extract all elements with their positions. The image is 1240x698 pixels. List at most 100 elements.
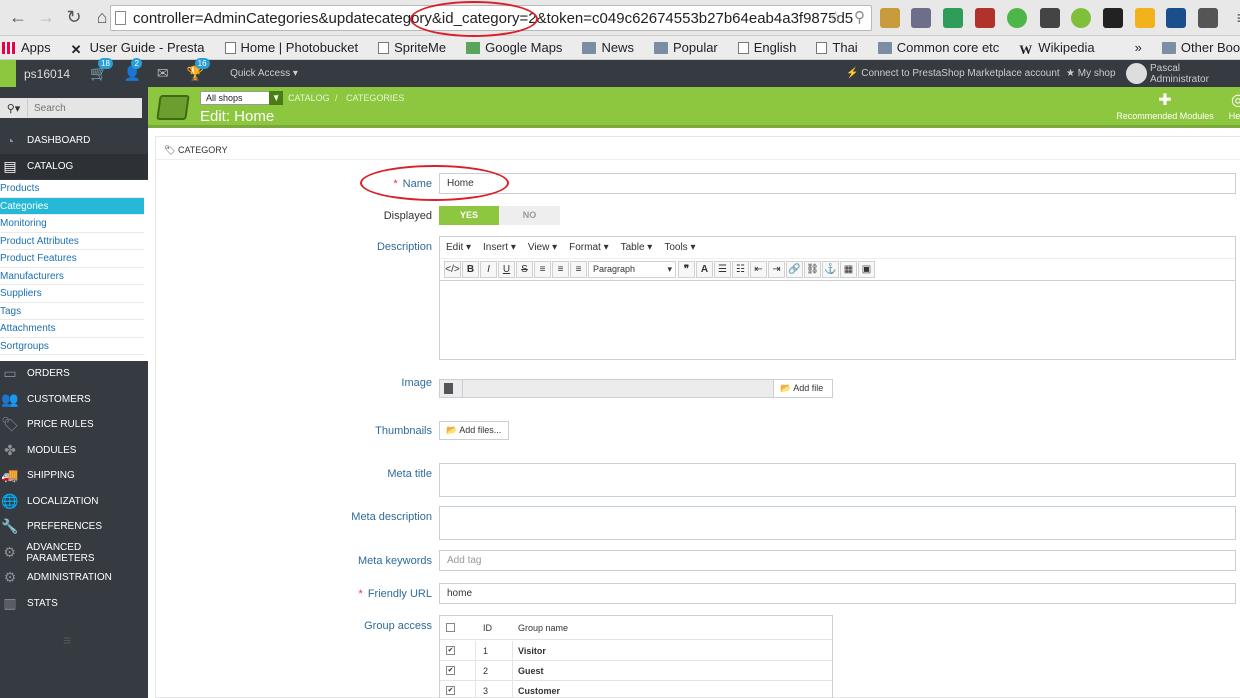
bookmarks-overflow[interactable]: » [1135,40,1142,55]
orders-icon[interactable]: 🛒 18 [90,58,113,82]
extension-icon[interactable] [1007,8,1027,28]
back-icon[interactable]: ← [4,4,32,32]
bookmark-other[interactable]: Other Bookmarks [1161,40,1240,55]
extension-icon[interactable] [1071,8,1091,28]
menu-catalog[interactable]: ▤ CATALOG [0,154,148,179]
extension-icon[interactable] [1166,8,1186,28]
bookmark-thai[interactable]: Thai [816,40,858,55]
outdent-icon[interactable]: ⇤ [750,261,767,278]
search-input[interactable] [28,98,142,118]
paragraph-format-select[interactable]: Paragraph ▾ [588,261,676,278]
extension-icon[interactable] [1198,8,1218,28]
extension-icon[interactable] [911,8,931,28]
editor-content-area[interactable] [440,281,1235,359]
shop-name[interactable]: ps16014 [24,67,70,81]
search-dropdown-icon[interactable]: ⚲▾ [0,98,28,118]
menu-modules[interactable]: ✤ MODULES [0,438,148,463]
submenu-manufacturers[interactable]: Manufacturers [0,268,144,285]
align-right-icon[interactable]: ≡ [570,261,587,278]
group-checkbox[interactable]: ✔ [446,686,455,695]
submenu-product-attributes[interactable]: Product Attributes [0,233,144,250]
submenu-tags[interactable]: Tags [0,303,144,320]
menu-shipping[interactable]: 🚚 SHIPPING [0,463,148,488]
breadcrumb-categories[interactable]: CATEGORIES [346,93,404,103]
meta-keywords-input[interactable]: Add tag [439,550,1236,571]
group-checkbox[interactable]: ✔ [446,646,455,655]
editor-menu-table[interactable]: Table ▾ [621,242,653,253]
menu-preferences[interactable]: 🔧 PREFERENCES [0,514,148,539]
prestashop-logo-icon[interactable] [0,60,16,87]
extension-icon[interactable] [1135,8,1155,28]
bookmark-popular[interactable]: Popular [653,40,718,55]
forward-icon[interactable]: → [32,4,60,32]
breadcrumb-catalog[interactable]: CATALOG [288,93,330,103]
marketplace-link[interactable]: ⚡ Connect to PrestaShop Marketplace acco… [846,68,1060,79]
italic-icon[interactable]: I [480,261,497,278]
menu-customers[interactable]: 👥 CUSTOMERS [0,387,148,412]
bookmark-wikipedia[interactable]: W Wikipedia [1019,40,1094,57]
quick-access-menu[interactable]: Quick Access ▾ [230,68,298,79]
bookmark-common-core[interactable]: Common core etc [877,40,999,55]
search-icon[interactable]: ⚲ [854,8,865,26]
editor-menu-insert[interactable]: Insert ▾ [483,242,516,253]
submenu-suppliers[interactable]: Suppliers [0,285,144,303]
anchor-icon[interactable]: ⚓ [822,261,839,278]
bookmark-google-maps[interactable]: Google Maps [466,40,562,55]
unlink-icon[interactable]: ⛓ [804,261,821,278]
friendly-url-input[interactable]: home [439,583,1236,604]
name-input[interactable]: Home [439,173,1236,194]
editor-menu-tools[interactable]: Tools ▾ [664,242,695,253]
bookmark-photobucket[interactable]: Home | Photobucket [224,40,358,55]
menu-administration[interactable]: ⚙ ADMINISTRATION [0,565,148,590]
avatar[interactable] [1126,63,1147,84]
indent-icon[interactable]: ⇥ [768,261,785,278]
displayed-no-button[interactable]: NO [499,206,560,225]
submenu-monitoring[interactable]: Monitoring [0,215,144,233]
align-center-icon[interactable]: ≡ [552,261,569,278]
recommended-modules-button[interactable]: ✚ Recommended Modules [1113,91,1217,121]
bullet-list-icon[interactable]: ☰ [714,261,731,278]
submenu-products[interactable]: Products [0,180,144,198]
add-files-button[interactable]: 📂 Add files... [439,421,509,440]
meta-title-input[interactable] [439,463,1236,497]
source-code-icon[interactable]: </> [444,261,461,278]
media-icon[interactable]: ▦ [840,261,857,278]
extension-icon[interactable] [880,8,900,28]
help-button[interactable]: ◎ Help [1226,91,1240,121]
group-checkbox[interactable]: ✔ [446,666,455,675]
extension-icon[interactable] [943,8,963,28]
extension-icon[interactable] [1103,8,1123,28]
select-all-checkbox[interactable] [446,623,455,632]
bookmark-news[interactable]: News [582,40,634,55]
align-left-icon[interactable]: ≡ [534,261,551,278]
chrome-menu-icon[interactable]: ≡ [1228,4,1240,32]
editor-menu-edit[interactable]: Edit ▾ [446,242,471,253]
link-icon[interactable]: 🔗 [786,261,803,278]
messages-icon[interactable]: ✉ [157,65,169,82]
extension-icon[interactable] [1040,8,1060,28]
strikethrough-icon[interactable]: S [516,261,533,278]
add-file-button[interactable]: 📂 Add file [773,379,833,398]
submenu-sortgroups[interactable]: Sortgroups [0,338,144,355]
extension-icon[interactable] [975,8,995,28]
editor-menu-view[interactable]: View ▾ [528,242,557,253]
submenu-product-features[interactable]: Product Features [0,250,144,268]
reload-icon[interactable]: ↻ [60,4,88,32]
image-icon[interactable]: ▣ [858,261,875,278]
meta-description-input[interactable] [439,506,1236,540]
user-name[interactable]: Pascal Administrator [1150,63,1240,85]
bookmark-apps[interactable]: Apps [2,40,51,55]
text-color-icon[interactable]: A [696,261,713,278]
trophy-icon[interactable]: 🏆 16 [187,58,210,82]
menu-localization[interactable]: 🌐 LOCALIZATION [0,489,148,514]
menu-advanced-parameters[interactable]: ⚙ ADVANCED PARAMETERS [0,540,148,565]
underline-icon[interactable]: U [498,261,515,278]
collapse-menu-icon[interactable]: ≡ [63,632,71,648]
editor-menu-format[interactable]: Format ▾ [569,242,608,253]
menu-stats[interactable]: ▥ STATS [0,591,148,616]
customers-icon[interactable]: 👤 2 [123,58,142,82]
shop-select[interactable]: All shops ▼ [200,91,283,105]
submenu-categories[interactable]: Categories [0,197,144,215]
menu-price-rules[interactable]: 🏷 PRICE RULES [0,412,148,437]
submenu-attachments[interactable]: Attachments [0,320,144,338]
